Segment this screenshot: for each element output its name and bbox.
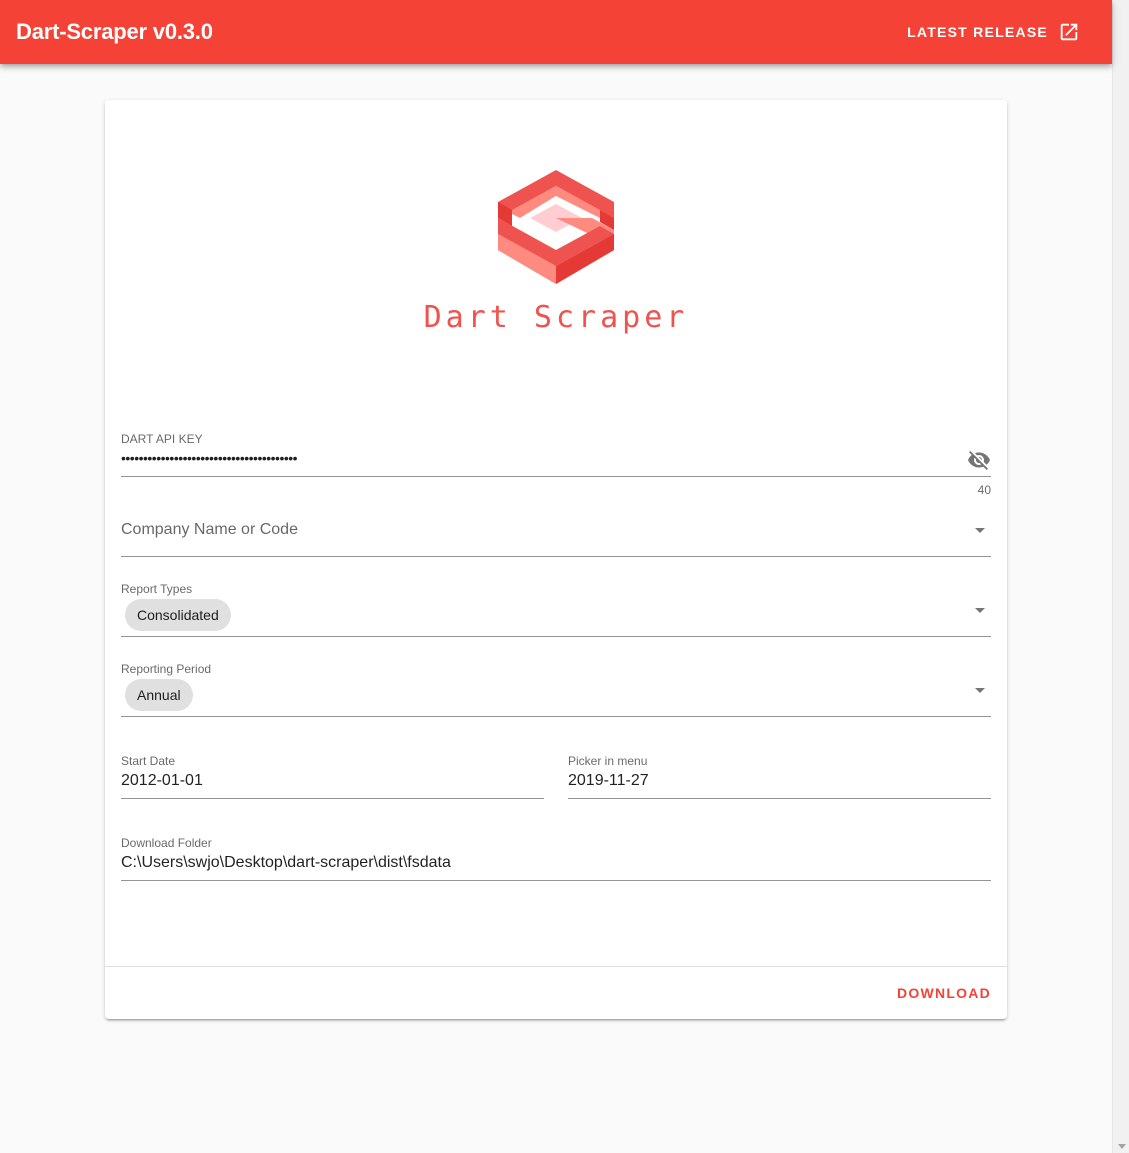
download-folder-input[interactable]: C:\Users\swjo\Desktop\dart-scraper\dist\… bbox=[121, 854, 451, 872]
open-in-new-icon bbox=[1058, 21, 1080, 43]
latest-release-label: LATEST RELEASE bbox=[907, 24, 1048, 40]
reporting-period-select[interactable]: Reporting Period Annual bbox=[121, 662, 991, 717]
chevron-down-icon[interactable] bbox=[975, 688, 985, 693]
api-key-field[interactable]: DART API KEY •••••••••••••••••••••••••••… bbox=[121, 432, 991, 477]
api-key-underline bbox=[121, 476, 991, 477]
chip-annual[interactable]: Annual bbox=[125, 679, 193, 711]
start-date-input[interactable]: 2012-01-01 bbox=[121, 772, 203, 790]
logo-text: Dart Scraper bbox=[423, 300, 689, 335]
download-folder-field[interactable]: Download Folder C:\Users\swjo\Desktop\da… bbox=[121, 836, 991, 881]
card-actions-divider bbox=[105, 966, 1007, 967]
start-date-label: Start Date bbox=[121, 754, 176, 768]
scraper-form-card: Dart Scraper DART API KEY ••••••••••••••… bbox=[105, 100, 1007, 1019]
api-key-counter: 40 bbox=[977, 483, 991, 497]
reporting-period-label: Reporting Period bbox=[121, 662, 212, 676]
api-key-label: DART API KEY bbox=[121, 432, 203, 446]
company-select[interactable]: Company Name or Code bbox=[121, 516, 991, 557]
chip-consolidated[interactable]: Consolidated bbox=[125, 599, 231, 631]
app-title: Dart-Scraper v0.3.0 bbox=[16, 19, 213, 44]
end-date-label: Picker in menu bbox=[568, 754, 648, 768]
end-date-input[interactable]: 2019-11-27 bbox=[568, 772, 649, 790]
latest-release-button[interactable]: LATEST RELEASE bbox=[907, 21, 1096, 43]
visibility-off-icon[interactable] bbox=[967, 448, 991, 472]
api-key-input[interactable]: •••••••••••••••••••••••••••••••••••••••• bbox=[121, 450, 298, 466]
chevron-down-icon[interactable] bbox=[975, 608, 985, 613]
download-folder-label: Download Folder bbox=[121, 836, 212, 850]
scroll-down-icon[interactable] bbox=[1118, 1144, 1126, 1149]
download-button[interactable]: DOWNLOAD bbox=[897, 985, 991, 1001]
logo: Dart Scraper bbox=[105, 166, 1007, 346]
end-date-field[interactable]: Picker in menu 2019-11-27 bbox=[568, 754, 991, 799]
report-types-underline bbox=[121, 636, 991, 637]
start-date-underline bbox=[121, 798, 544, 799]
reporting-period-underline bbox=[121, 716, 991, 717]
app-bar: Dart-Scraper v0.3.0 LATEST RELEASE bbox=[0, 0, 1112, 64]
report-types-label: Report Types bbox=[121, 582, 193, 596]
download-folder-underline bbox=[121, 880, 991, 881]
vertical-scrollbar[interactable] bbox=[1112, 0, 1129, 1153]
report-types-select[interactable]: Report Types Consolidated bbox=[121, 582, 991, 637]
start-date-field[interactable]: Start Date 2012-01-01 bbox=[121, 754, 544, 799]
dart-scraper-logo-icon bbox=[498, 170, 614, 284]
company-placeholder: Company Name or Code bbox=[121, 521, 298, 538]
app-viewport: Dart-Scraper v0.3.0 LATEST RELEASE Dart … bbox=[0, 0, 1112, 1153]
end-date-underline bbox=[568, 798, 991, 799]
company-underline bbox=[121, 556, 991, 557]
chevron-down-icon[interactable] bbox=[975, 528, 985, 533]
